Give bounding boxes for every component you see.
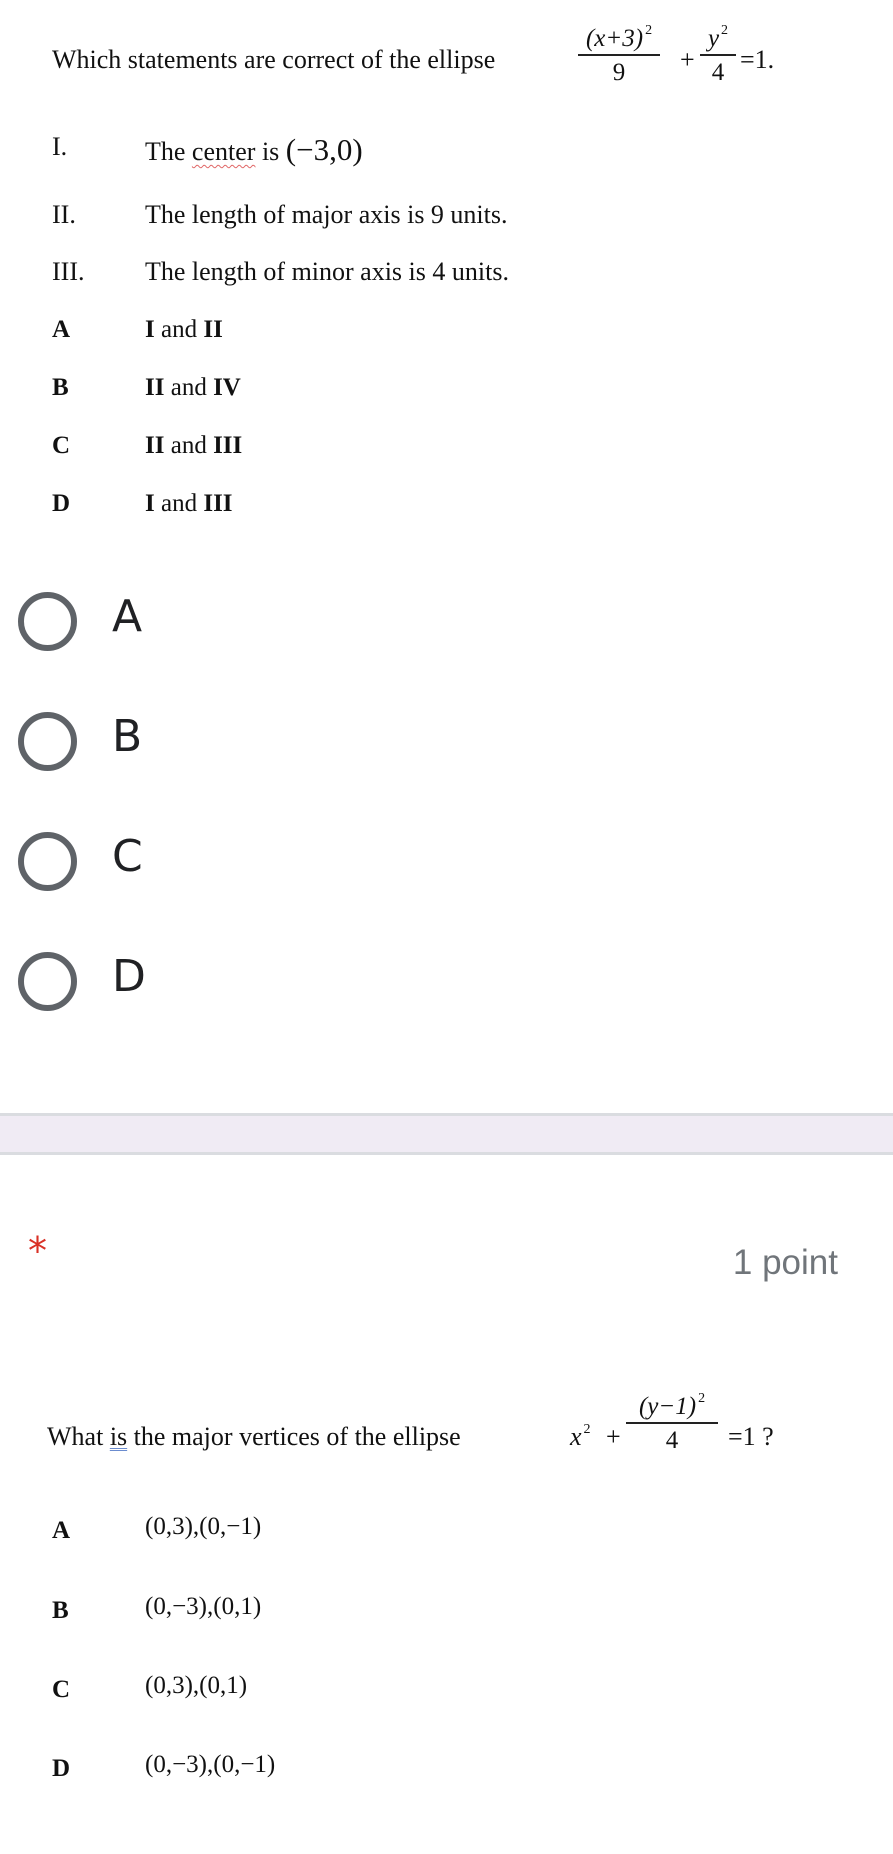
printed-option-text: II and III: [145, 432, 243, 459]
fraction-denominator: 4: [665, 1426, 679, 1454]
printed-option-text: I and II: [145, 316, 223, 343]
printed-option-letter: A: [52, 1517, 71, 1544]
question-1-prompt: Which statements are correct of the elli…: [52, 45, 496, 74]
statement-text: The length of major axis is 9 units.: [145, 200, 508, 229]
required-asterisk: *: [28, 1229, 47, 1273]
radio-label: D: [112, 951, 146, 1002]
statement-number: I.: [52, 132, 68, 161]
fraction-2-numerator: y2: [707, 23, 729, 52]
radio-option-a[interactable]: A: [0, 571, 893, 671]
radio-button-icon[interactable]: [18, 832, 77, 891]
fraction-bar: [700, 54, 736, 56]
statement-text: The length of minor axis is 4 units.: [145, 257, 509, 286]
equation-plus: +: [606, 1422, 621, 1451]
radio-option-d[interactable]: D: [0, 931, 893, 1031]
printed-option-letter: D: [52, 490, 71, 517]
radio-label: C: [112, 831, 143, 882]
fraction-1-numerator: (x+3) 2: [585, 23, 653, 52]
printed-option-value: (0,3),(0,1): [145, 1672, 248, 1699]
printed-option-letter: B: [52, 374, 69, 401]
printed-option-letter: B: [52, 1597, 69, 1624]
printed-option-letter: C: [52, 432, 71, 459]
fraction-1-denominator: 9: [612, 58, 626, 86]
equation-rhs: =1.: [740, 45, 775, 74]
section-divider: [0, 1113, 893, 1155]
radio-option-c[interactable]: C: [0, 811, 893, 911]
radio-option-b[interactable]: B: [0, 691, 893, 791]
fraction-numerator: (y−1) 2: [638, 1391, 706, 1420]
radio-button-icon[interactable]: [18, 712, 77, 771]
fraction-2-denominator: 4: [711, 58, 725, 86]
equation-fraction-1: (x+3) 2 9: [578, 23, 660, 86]
printed-option-value: (0,−3),(0,1): [145, 1593, 262, 1620]
printed-option-value: (0,−3),(0,−1): [145, 1751, 276, 1778]
radio-label: B: [112, 711, 143, 762]
radio-button-icon[interactable]: [18, 952, 77, 1011]
printed-option-text: II and IV: [145, 374, 241, 401]
fraction-bar: [578, 54, 660, 56]
equation-plus: +: [680, 45, 695, 74]
fraction-bar: [626, 1422, 718, 1424]
statement-number: III.: [52, 257, 85, 286]
printed-option-letter: A: [52, 316, 71, 343]
radio-label: A: [112, 591, 143, 642]
printed-option-letter: C: [52, 1676, 71, 1703]
points-label: 1 point: [732, 1243, 838, 1282]
spellcheck-flagged-word: center: [191, 137, 256, 166]
printed-option-letter: D: [52, 1755, 71, 1782]
equation-fraction: (y−1) 2 4: [626, 1391, 718, 1454]
statement-text: The center is (−3,0): [145, 132, 363, 167]
equation-term-x-squared: x2: [570, 1422, 591, 1451]
equation-fraction-2: y2 4: [700, 23, 736, 86]
statement-math: (−3,0): [285, 132, 363, 167]
equation-rhs: =1 ?: [728, 1422, 774, 1451]
question-2-prompt: What is the major vertices of the ellips…: [47, 1422, 461, 1451]
printed-option-value: (0,3),(0,−1): [145, 1513, 262, 1540]
statement-number: II.: [52, 200, 76, 229]
grammar-flagged-word: is: [109, 1422, 128, 1451]
printed-option-text: I and III: [145, 490, 233, 517]
radio-button-icon[interactable]: [18, 592, 77, 651]
